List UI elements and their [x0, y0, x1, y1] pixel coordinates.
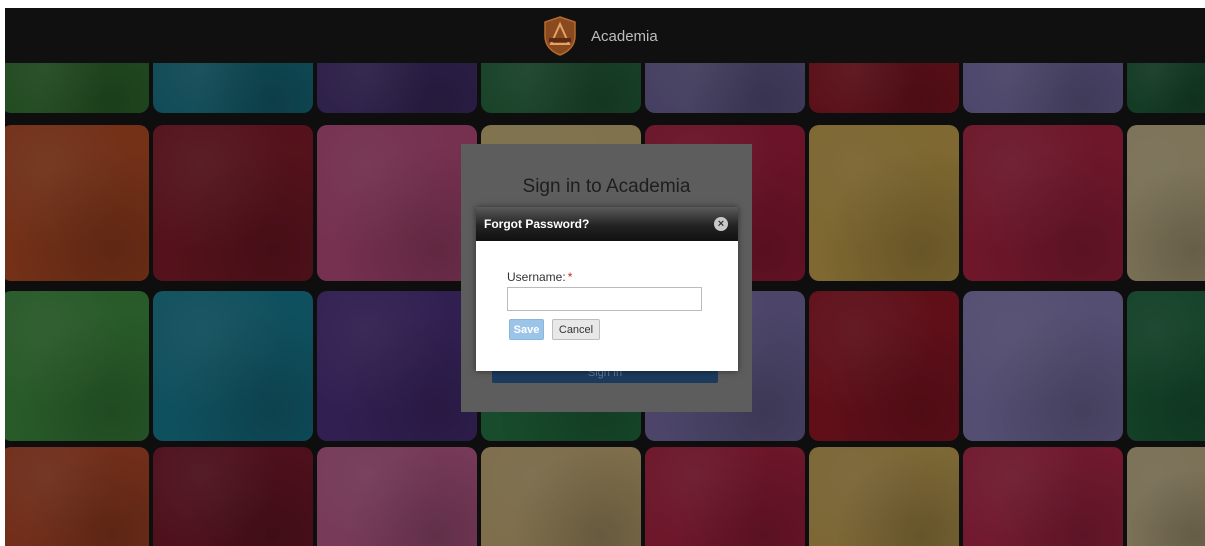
app-frame: Academia Sign in to Academia Sign In For… [5, 8, 1205, 546]
close-circle-icon[interactable]: × [714, 217, 728, 231]
username-label: Username: * [507, 270, 572, 284]
username-label-text: Username: [507, 270, 566, 284]
app-title: Academia [591, 27, 658, 45]
dialog-title: Forgot Password? [484, 217, 590, 231]
forgot-password-dialog: Forgot Password? × Username: * Save Cance… [476, 207, 738, 371]
brand[interactable]: Academia [543, 16, 658, 56]
required-marker: * [567, 270, 573, 284]
save-button[interactable]: Save [509, 319, 544, 340]
dialog-header: Forgot Password? × [476, 207, 738, 241]
cancel-button[interactable]: Cancel [552, 319, 600, 340]
username-input[interactable] [507, 287, 702, 311]
top-navbar: Academia [5, 8, 1205, 63]
signin-title: Sign in to Academia [522, 176, 691, 197]
academia-shield-logo-icon [544, 16, 576, 56]
